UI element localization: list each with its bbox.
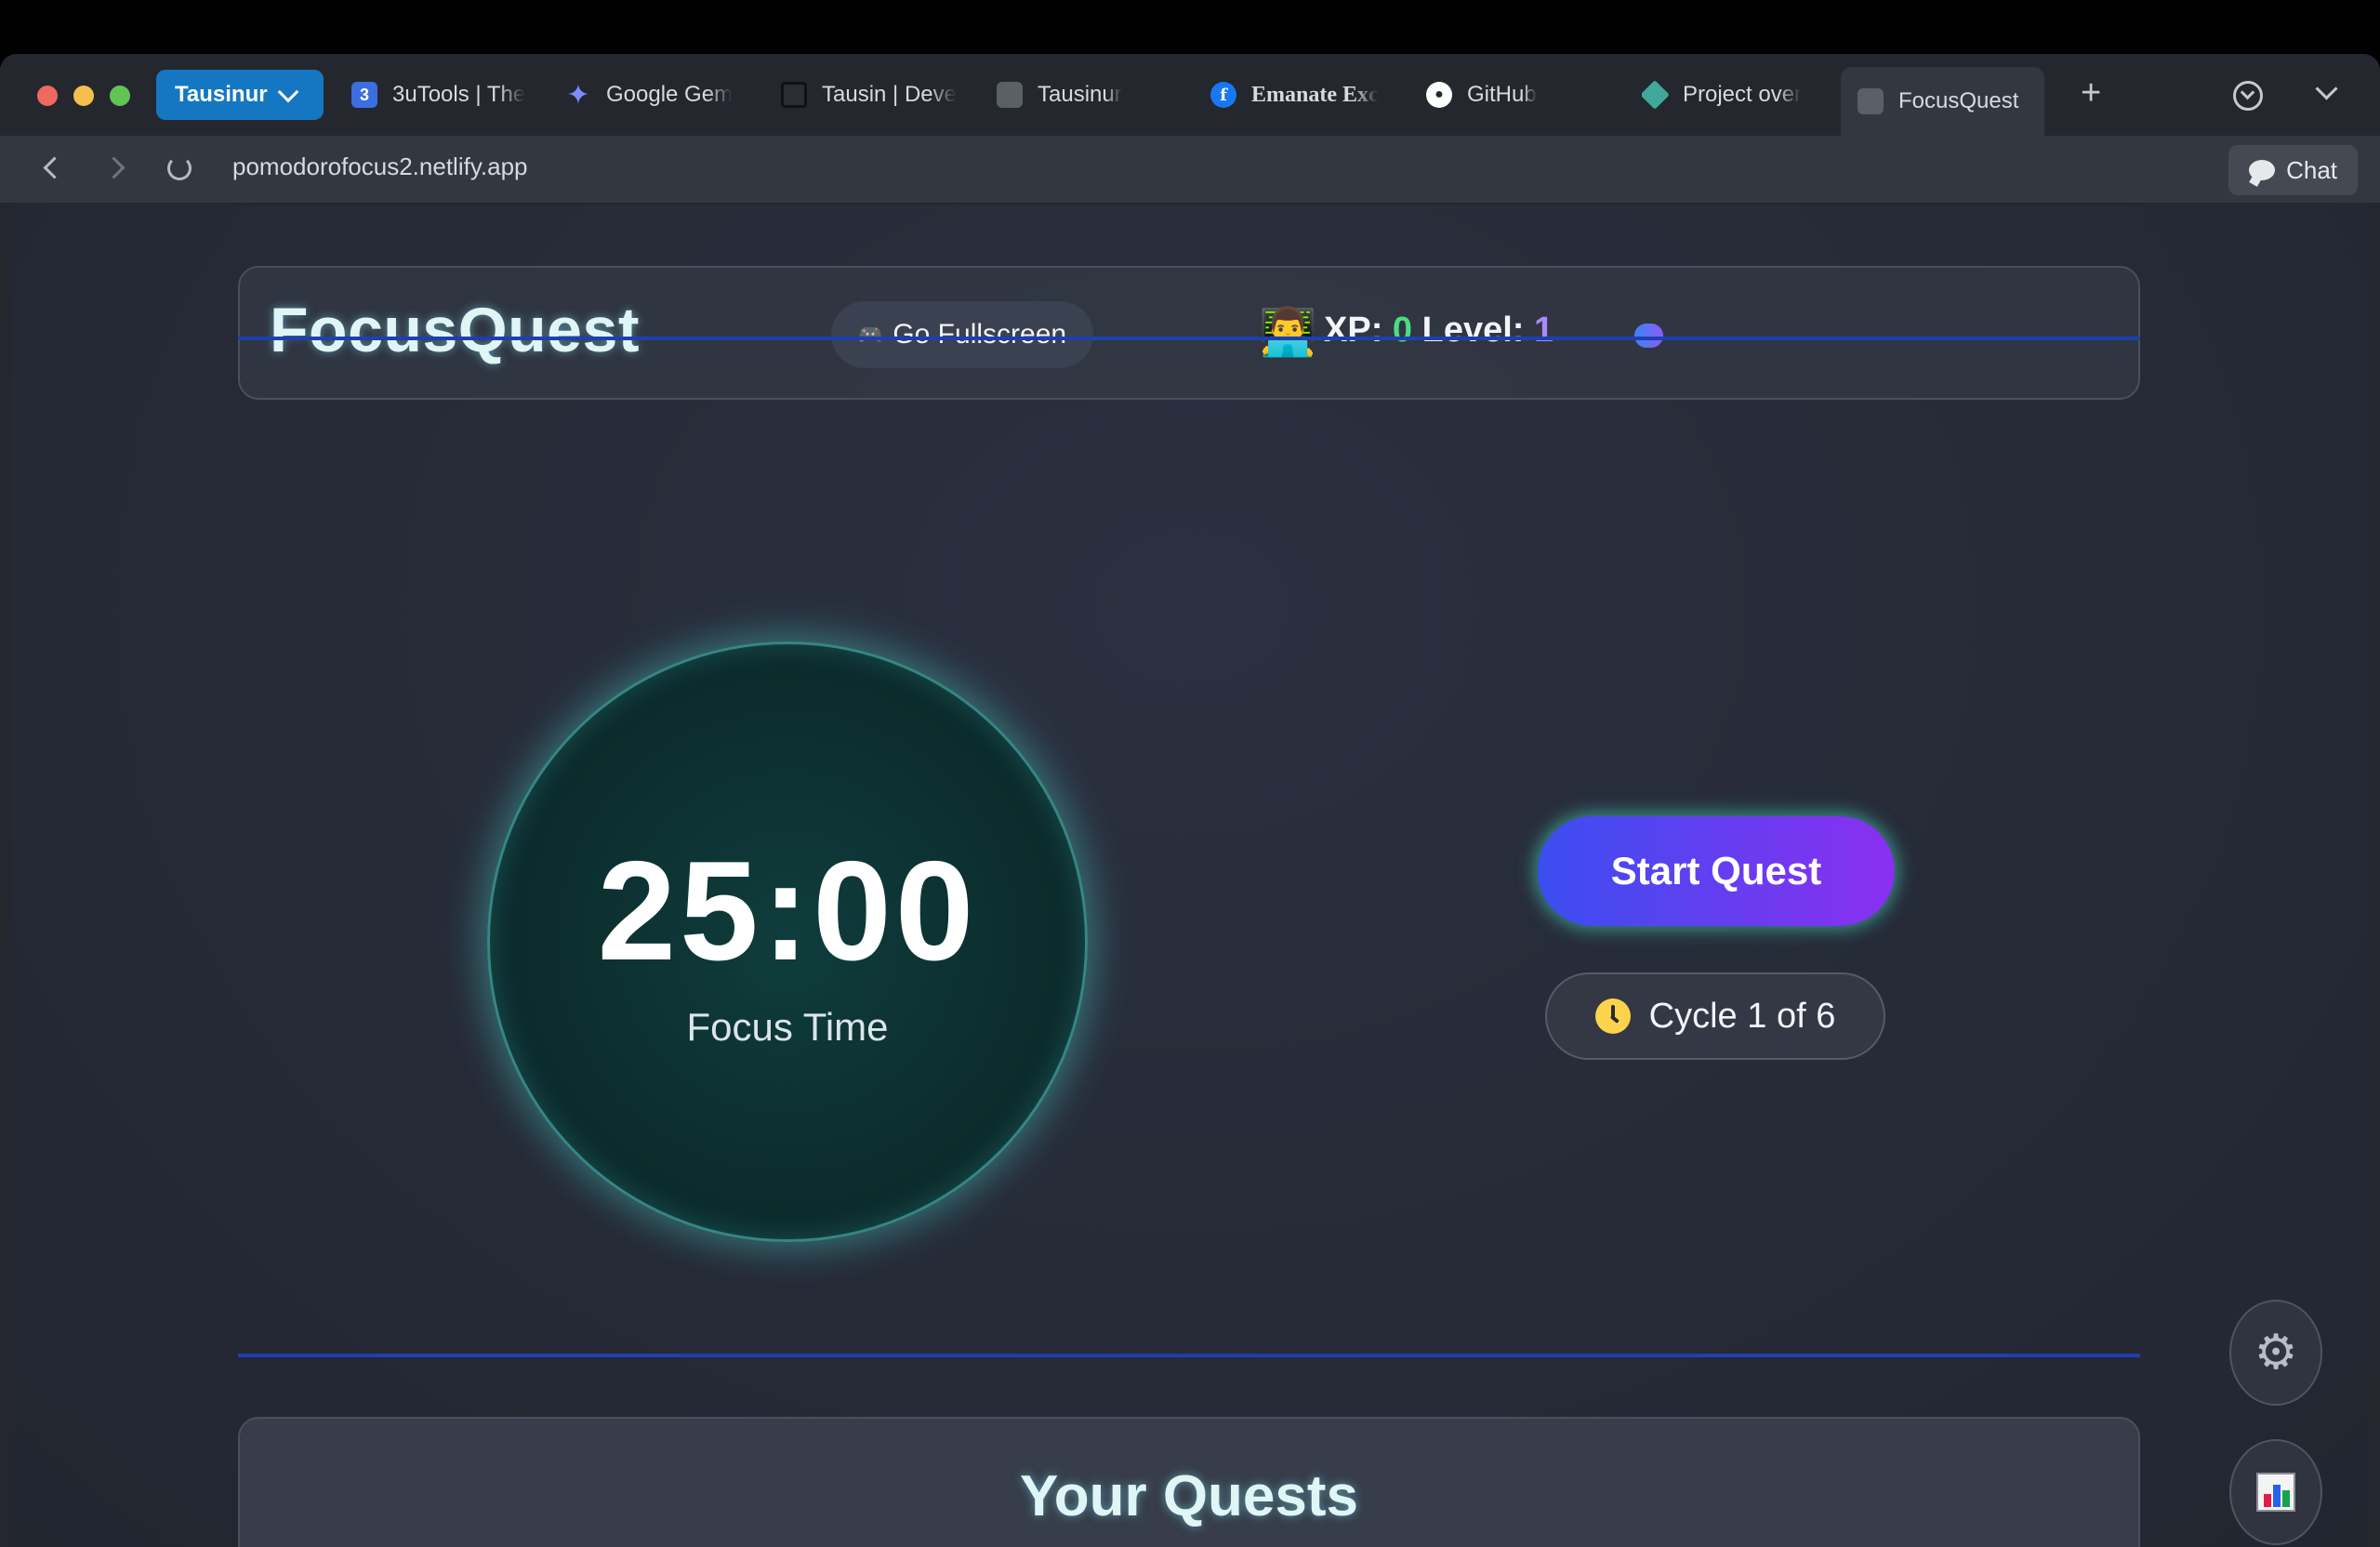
- back-arrow-icon[interactable]: [43, 156, 66, 179]
- avatar-icon: 👨‍💻: [1259, 306, 1317, 358]
- tab-focusquest[interactable]: FocusQuest: [1841, 67, 2045, 136]
- download-icon[interactable]: [2233, 81, 2263, 111]
- cycle-indicator: Cycle 1 of 6: [1545, 972, 1885, 1060]
- diamond-icon: [1642, 80, 1670, 110]
- bottom-divider: [238, 1354, 2140, 1357]
- chat-button[interactable]: Chat: [2228, 145, 2358, 195]
- cycle-label: Cycle 1 of 6: [1648, 996, 1836, 1036]
- app-page: FocusQuest 🎮 Go Fullscreen 👨‍💻 XP: 0 Lev…: [11, 205, 2369, 1547]
- xp-level-display: XP: 0 Level: 1: [1324, 311, 1554, 350]
- address-toolbar: pomodorofocus2.netlify.app Chat: [0, 136, 2380, 203]
- gemini-icon: ✦: [566, 79, 590, 111]
- settings-button[interactable]: ⚙: [2229, 1300, 2322, 1406]
- bar-chart-icon: [2256, 1473, 2295, 1512]
- tab-tausinur[interactable]: Tausinur: [997, 67, 1183, 123]
- 3utools-icon: 3: [351, 82, 377, 108]
- xp-label: XP:: [1324, 311, 1383, 350]
- xp-value: 0: [1392, 311, 1413, 350]
- blank-tab-icon: [1858, 88, 1884, 114]
- quests-title: Your Quests: [1019, 1464, 1359, 1528]
- tab-list-chevron-icon[interactable]: [2315, 77, 2338, 100]
- xp-progress-fill: [1634, 324, 1663, 348]
- close-window-button[interactable]: [37, 86, 58, 106]
- level-value: 1: [1534, 311, 1554, 350]
- profile-name: Tausinur: [175, 82, 268, 107]
- stats-button[interactable]: [2229, 1439, 2322, 1545]
- timer-display: 25:00: [597, 832, 978, 990]
- fullscreen-button[interactable]: 🎮 Go Fullscreen: [831, 301, 1093, 368]
- timer-mode-label: Focus Time: [686, 1005, 889, 1049]
- chip-icon: [781, 82, 807, 108]
- reload-icon[interactable]: [167, 156, 192, 180]
- tab-strip: Tausinur 3 3uTools | The ✦ Google Gem Ta…: [0, 54, 2380, 136]
- xp-progress-bar: [1634, 324, 2110, 348]
- facebook-icon: f: [1210, 82, 1236, 108]
- quests-panel: Your Quests: [238, 1417, 2140, 1547]
- app-title: FocusQuest: [270, 295, 640, 365]
- gamepad-icon: 🎮: [857, 323, 884, 346]
- tab-google-gemini[interactable]: ✦ Google Gem: [565, 67, 742, 123]
- maximize-window-button[interactable]: [110, 86, 130, 106]
- tab-project-overview[interactable]: Project over: [1642, 67, 1818, 123]
- gear-icon: ⚙: [2254, 1326, 2298, 1380]
- new-tab-button[interactable]: +: [2081, 74, 2101, 112]
- fullscreen-label: Go Fullscreen: [892, 319, 1067, 350]
- browser-window: Tausinur 3 3uTools | The ✦ Google Gem Ta…: [0, 54, 2380, 1547]
- minimize-window-button[interactable]: [73, 86, 94, 106]
- chat-label: Chat: [2286, 155, 2337, 184]
- start-quest-button[interactable]: Start Quest: [1538, 816, 1895, 926]
- clock-icon: [1594, 998, 1631, 1034]
- blank-tab-icon: [997, 82, 1023, 108]
- tab-tausin-dev[interactable]: Tausin | Deve: [781, 67, 959, 123]
- tab-3utools[interactable]: 3 3uTools | The: [351, 67, 530, 123]
- github-icon: ●: [1426, 82, 1452, 108]
- chevron-down-icon: [277, 81, 298, 102]
- timer-circle: 25:00 Focus Time: [487, 641, 1088, 1242]
- level-label: Level:: [1421, 311, 1525, 350]
- top-divider: [238, 337, 2140, 340]
- address-bar[interactable]: pomodorofocus2.netlify.app: [232, 152, 528, 181]
- tab-emanate[interactable]: f Emanate Exc: [1210, 67, 1389, 123]
- profile-button[interactable]: Tausinur: [156, 70, 324, 120]
- app-header: FocusQuest 🎮 Go Fullscreen 👨‍💻 XP: 0 Lev…: [238, 266, 2140, 400]
- forward-arrow-icon[interactable]: [102, 156, 126, 179]
- chat-bubble-icon: [2249, 160, 2276, 180]
- tab-github[interactable]: ● GitHub: [1426, 67, 1593, 123]
